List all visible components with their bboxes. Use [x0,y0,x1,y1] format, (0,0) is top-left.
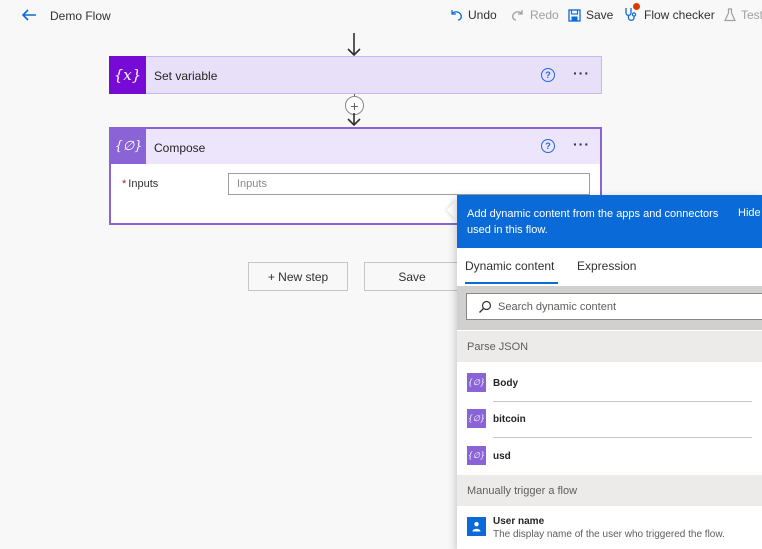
save-icon [568,8,581,22]
parse-json-icon: {∅} [467,373,486,392]
inputs-label-text: Inputs [128,178,159,190]
panel-tabs: Dynamic content Expression [457,248,762,286]
compose-header[interactable]: {∅} Compose ? ··· [111,129,600,164]
redo-button[interactable]: Redo [511,6,559,24]
help-icon[interactable]: ? [541,139,555,153]
list-item-bitcoin[interactable]: {∅} bitcoin [457,401,762,438]
search-area [457,286,762,330]
panel-header-text: Add dynamic content from the apps and co… [467,208,719,236]
list-item-usd[interactable]: {∅} usd [457,438,762,475]
search-box[interactable] [466,293,762,320]
save-button[interactable]: Save [364,262,460,291]
command-bar: Demo Flow Undo Redo Save Flow checker Te… [0,0,762,31]
required-marker: * [122,178,127,190]
item-label: Body [493,378,518,389]
item-label: User name [493,516,545,527]
flow-checker-badge [633,3,640,10]
undo-icon [451,10,462,21]
save-command-button[interactable]: Save [568,6,613,24]
down-arrow-icon [347,113,361,127]
help-icon[interactable]: ? [541,68,555,82]
back-arrow-icon[interactable] [20,6,38,24]
redo-label: Redo [530,8,559,22]
inputs-label: * Inputs [122,178,158,190]
redo-icon [512,10,523,21]
more-options-icon[interactable]: ··· [573,65,590,81]
set-variable-header[interactable]: {x} Set variable ? ··· [109,56,601,94]
set-variable-step[interactable]: {x} Set variable ? ··· [109,56,602,94]
hide-button[interactable]: Hide [738,207,761,219]
item-description: The display name of the user who trigger… [493,529,725,540]
list-item-body[interactable]: {∅} Body [457,365,762,402]
compose-icon: {∅} [111,129,146,164]
test-label: Test [741,8,762,22]
search-input[interactable] [498,294,758,319]
test-button[interactable]: Test [724,6,762,24]
parse-json-icon: {∅} [467,446,486,465]
flow-checker-label: Flow checker [644,8,715,22]
list-item-user-name[interactable]: User name The display name of the user w… [457,509,762,549]
inputs-field[interactable] [228,173,590,195]
set-variable-title: Set variable [154,69,218,83]
save-command-label: Save [586,8,614,22]
search-icon [479,300,492,313]
more-options-icon[interactable]: ··· [573,136,590,152]
group-header-manual-trigger: Manually trigger a flow [457,475,762,506]
variable-icon: {x} [109,56,146,94]
undo-label: Undo [468,8,497,22]
tab-dynamic-content[interactable]: Dynamic content [465,259,554,273]
compose-title: Compose [154,141,206,155]
item-label: bitcoin [493,414,526,425]
flow-title: Demo Flow [50,9,111,23]
item-label: usd [493,451,511,462]
new-step-button[interactable]: + New step [248,262,348,291]
down-arrow-icon [347,33,361,57]
person-icon [472,522,481,532]
tab-expression[interactable]: Expression [577,259,636,273]
parse-json-icon: {∅} [467,409,486,428]
group-header-parse-json: Parse JSON [457,331,762,362]
active-tab-indicator [465,282,558,284]
dynamic-content-panel: Add dynamic content from the apps and co… [457,195,762,549]
flask-icon [724,8,736,22]
panel-header: Add dynamic content from the apps and co… [457,195,762,248]
undo-button[interactable]: Undo [449,6,497,24]
user-icon [467,517,486,536]
